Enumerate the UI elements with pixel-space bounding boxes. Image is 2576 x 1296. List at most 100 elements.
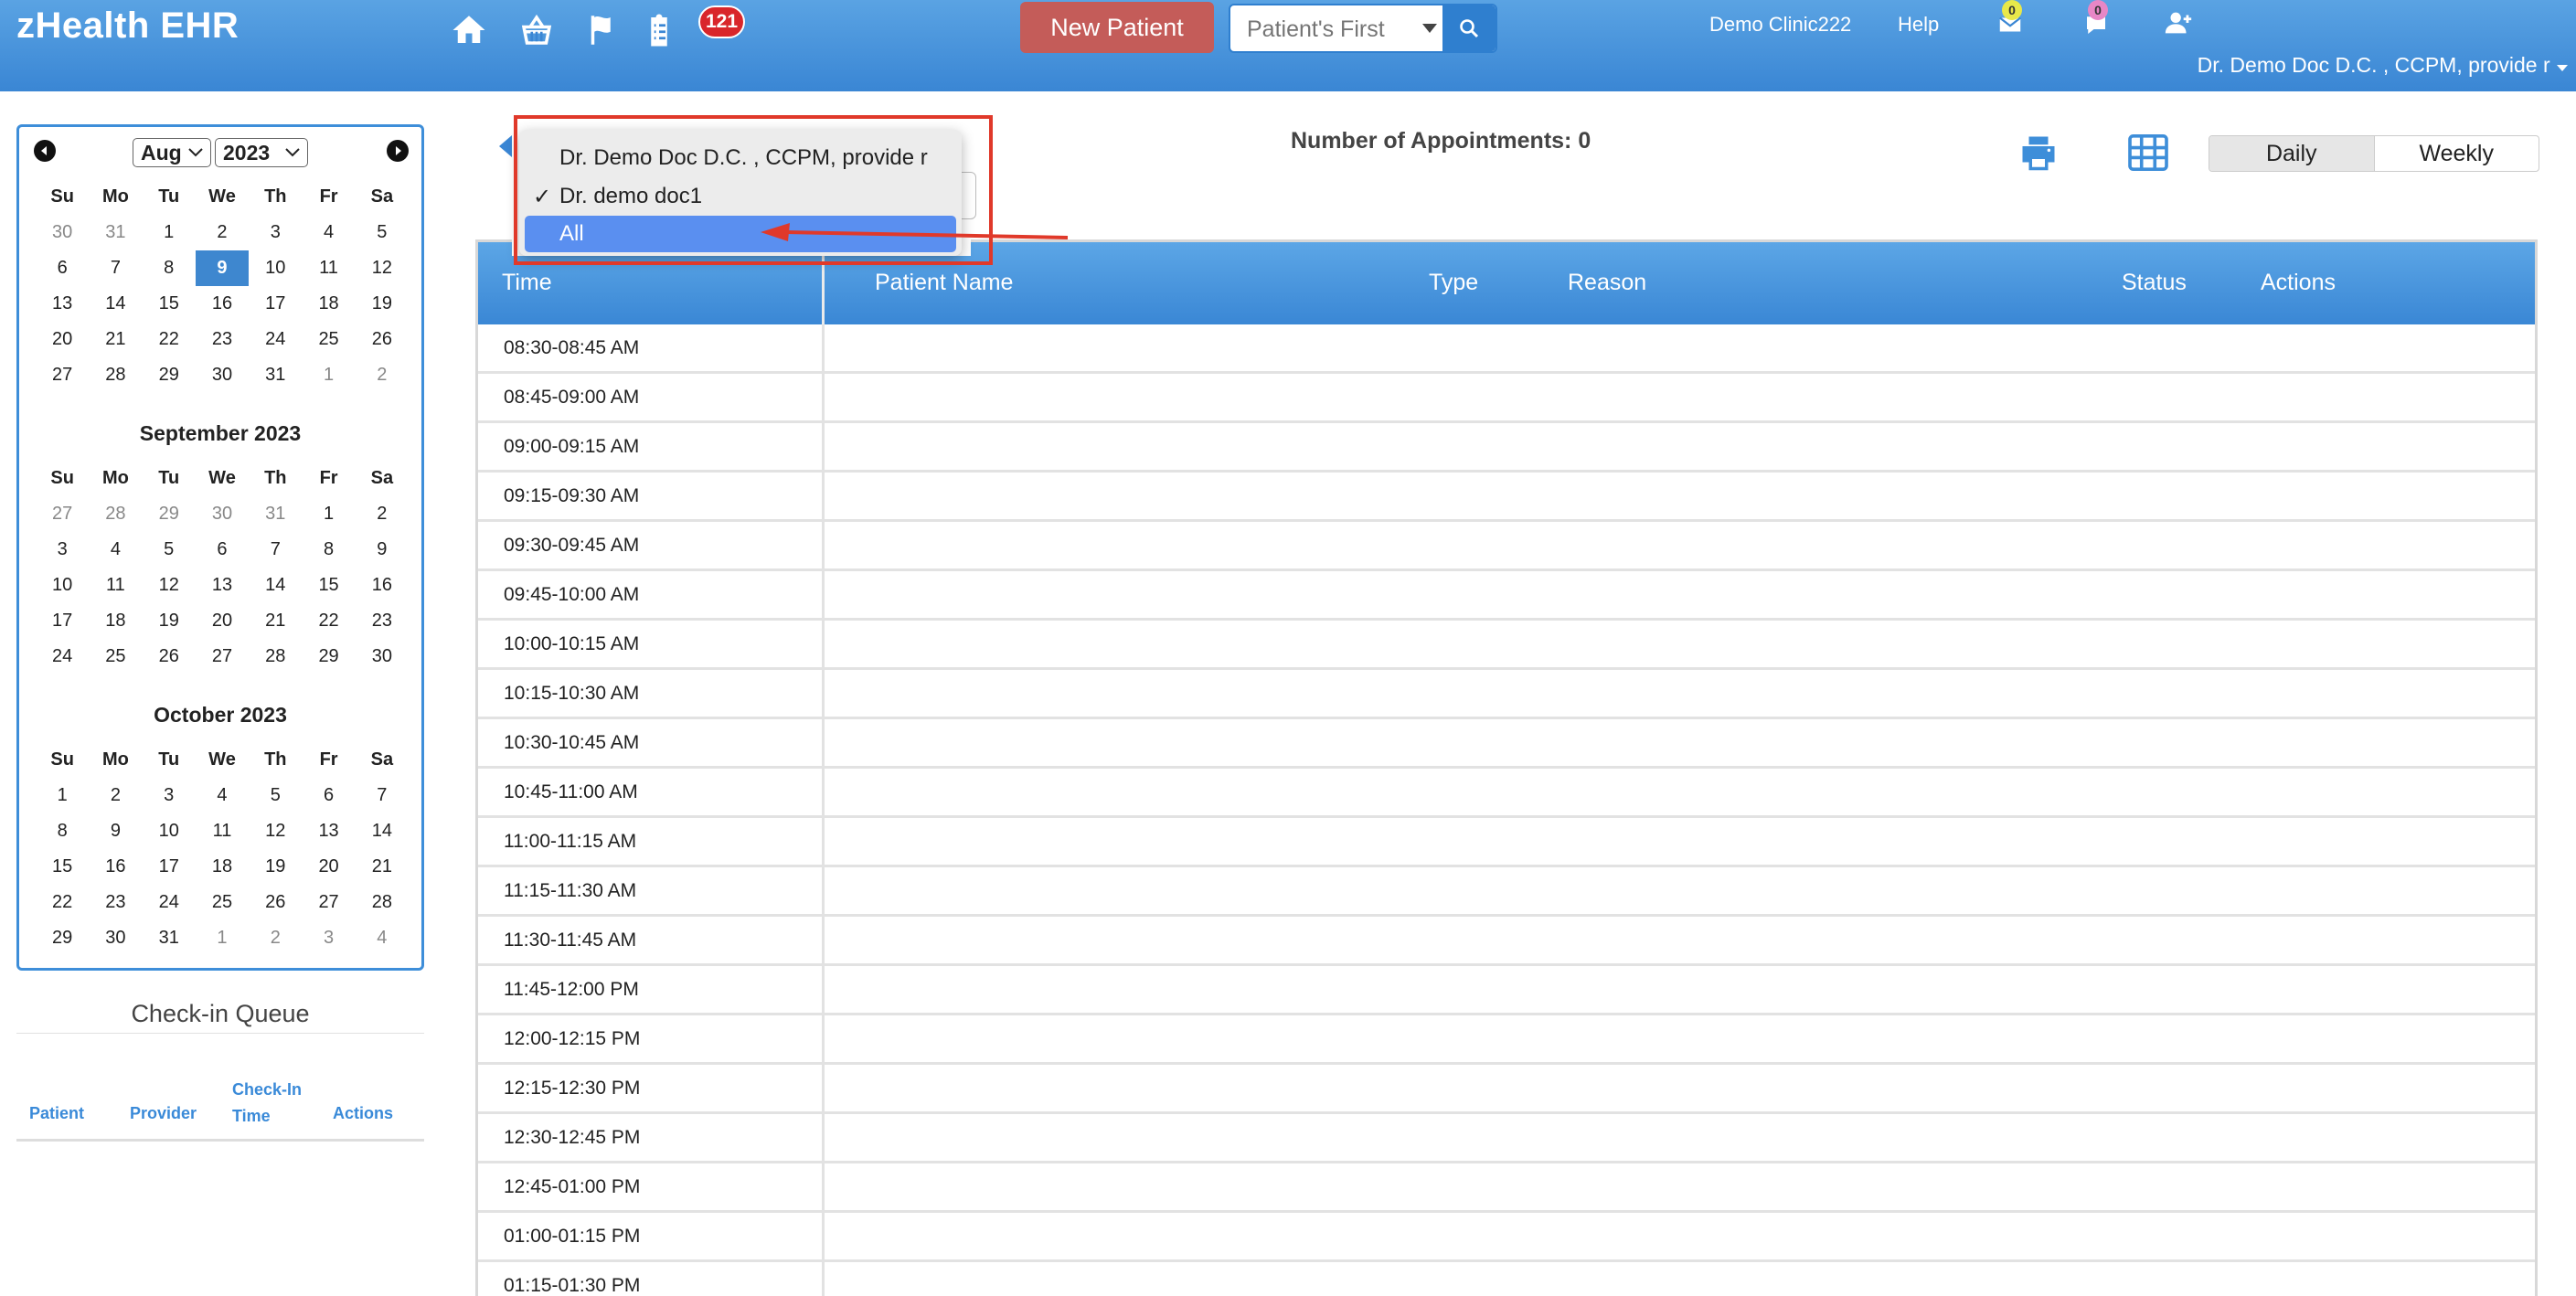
calendar-day[interactable]: 22 — [36, 885, 89, 920]
prev-month-button[interactable] — [34, 140, 56, 162]
calendar-day[interactable]: 3 — [143, 778, 196, 813]
user-menu[interactable]: Dr. Demo Doc D.C. , CCPM, provide r — [2198, 53, 2569, 78]
calendar-day[interactable]: 18 — [196, 849, 249, 885]
calendar-day[interactable]: 20 — [302, 849, 355, 885]
calendar-day[interactable]: 6 — [36, 250, 89, 286]
calendar-day[interactable]: 31 — [143, 920, 196, 956]
table-row[interactable]: 12:00-12:15 PM — [478, 1015, 2535, 1065]
next-month-button[interactable] — [387, 140, 409, 162]
calendar-day[interactable]: 11 — [89, 568, 142, 603]
month-select[interactable]: Aug — [133, 138, 211, 167]
calendar-day[interactable]: 12 — [356, 250, 409, 286]
calendar-day[interactable]: 17 — [36, 603, 89, 639]
calendar-day[interactable]: 11 — [302, 250, 355, 286]
col-time[interactable]: Time — [502, 270, 552, 296]
calendar-day[interactable]: 24 — [249, 322, 302, 357]
calendar-day[interactable]: 31 — [249, 357, 302, 393]
calendar-day[interactable]: 10 — [143, 813, 196, 849]
calendar-day[interactable]: 20 — [36, 322, 89, 357]
calendar-day[interactable]: 23 — [196, 322, 249, 357]
col-reason[interactable]: Reason — [1568, 270, 1646, 296]
calendar-day[interactable]: 9 — [89, 813, 142, 849]
calendar-day[interactable]: 28 — [89, 357, 142, 393]
calendar-day[interactable]: 6 — [302, 778, 355, 813]
calendar-day[interactable]: 19 — [249, 849, 302, 885]
table-row[interactable]: 10:15-10:30 AM — [478, 670, 2535, 719]
calendar-day[interactable]: 22 — [302, 603, 355, 639]
view-weekly-button[interactable]: Weekly — [2375, 136, 2539, 171]
calendar-day[interactable]: 7 — [356, 778, 409, 813]
calendar-day[interactable]: 1 — [196, 920, 249, 956]
calendar-day[interactable]: 27 — [36, 357, 89, 393]
calendar-day[interactable]: 23 — [356, 603, 409, 639]
calendar-day[interactable]: 14 — [89, 286, 142, 322]
calendar-day[interactable]: 3 — [249, 215, 302, 250]
calendar-day[interactable]: 4 — [356, 920, 409, 956]
table-row[interactable]: 12:30-12:45 PM — [478, 1114, 2535, 1163]
calendar-day[interactable]: 28 — [356, 885, 409, 920]
col-type[interactable]: Type — [1429, 270, 1478, 296]
calendar-day[interactable]: 10 — [36, 568, 89, 603]
calendar-day[interactable]: 10 — [249, 250, 302, 286]
calendar-day[interactable]: 5 — [143, 532, 196, 568]
calendar-day[interactable]: 8 — [36, 813, 89, 849]
flag-icon[interactable] — [581, 11, 623, 49]
calendar-day[interactable]: 3 — [36, 532, 89, 568]
year-select[interactable]: 2023 — [215, 138, 308, 167]
calendar-day[interactable]: 15 — [302, 568, 355, 603]
table-row[interactable]: 09:00-09:15 AM — [478, 423, 2535, 473]
table-row[interactable]: 09:30-09:45 AM — [478, 522, 2535, 571]
calendar-day[interactable]: 2 — [356, 357, 409, 393]
calendar-day[interactable]: 5 — [249, 778, 302, 813]
calendar-day[interactable]: 27 — [36, 496, 89, 532]
calendar-day[interactable]: 24 — [36, 639, 89, 675]
calendar-day[interactable]: 31 — [89, 215, 142, 250]
help-link[interactable]: Help — [1898, 13, 1939, 37]
calendar-day[interactable]: 1 — [36, 778, 89, 813]
calendar-day[interactable]: 13 — [36, 286, 89, 322]
table-row[interactable]: 10:45-11:00 AM — [478, 769, 2535, 818]
table-row[interactable]: 10:30-10:45 AM — [478, 719, 2535, 769]
calendar-day[interactable]: 3 — [302, 920, 355, 956]
patient-search-input[interactable] — [1247, 13, 1402, 46]
calendar-day[interactable]: 30 — [89, 920, 142, 956]
grid-icon[interactable] — [2126, 132, 2170, 174]
calendar-day[interactable]: 26 — [356, 322, 409, 357]
search-button[interactable] — [1442, 5, 1496, 51]
calendar-day[interactable]: 26 — [249, 885, 302, 920]
calendar-day[interactable]: 12 — [249, 813, 302, 849]
checkin-col-provider[interactable]: Provider — [130, 1104, 197, 1123]
table-row[interactable]: 12:45-01:00 PM — [478, 1163, 2535, 1213]
calendar-day[interactable]: 25 — [89, 639, 142, 675]
checkin-col-patient[interactable]: Patient — [29, 1104, 84, 1123]
table-row[interactable]: 08:45-09:00 AM — [478, 374, 2535, 423]
calendar-day[interactable]: 13 — [196, 568, 249, 603]
calendar-day[interactable]: 2 — [89, 778, 142, 813]
calendar-day[interactable]: 15 — [36, 849, 89, 885]
calendar-day[interactable]: 17 — [249, 286, 302, 322]
basket-icon[interactable] — [516, 11, 558, 49]
calendar-day[interactable]: 8 — [302, 532, 355, 568]
checkin-col-checkin[interactable]: Check-In Time — [232, 1080, 302, 1126]
calendar-day[interactable]: 28 — [89, 496, 142, 532]
calendar-day[interactable]: 31 — [249, 496, 302, 532]
calendar-day[interactable]: 7 — [89, 250, 142, 286]
table-row[interactable]: 11:15-11:30 AM — [478, 867, 2535, 917]
calendar-day[interactable]: 19 — [143, 603, 196, 639]
calendar-day[interactable]: 2 — [356, 496, 409, 532]
table-row[interactable]: 01:15-01:30 PM — [478, 1262, 2535, 1296]
calendar-day[interactable]: 1 — [143, 215, 196, 250]
calendar-day-selected[interactable]: 9 — [195, 250, 250, 286]
calendar-day[interactable]: 7 — [249, 532, 302, 568]
clinic-name[interactable]: Demo Clinic222 — [1709, 13, 1851, 37]
calendar-day[interactable]: 4 — [89, 532, 142, 568]
calendar-day[interactable]: 6 — [196, 532, 249, 568]
calendar-day[interactable]: 16 — [356, 568, 409, 603]
calendar-day[interactable]: 19 — [356, 286, 409, 322]
col-patient-name[interactable]: Patient Name — [875, 270, 1013, 296]
calendar-day[interactable]: 18 — [89, 603, 142, 639]
table-row[interactable]: 08:30-08:45 AM — [478, 324, 2535, 374]
table-row[interactable]: 11:30-11:45 AM — [478, 917, 2535, 966]
calendar-day[interactable]: 25 — [196, 885, 249, 920]
calendar-day[interactable]: 24 — [143, 885, 196, 920]
